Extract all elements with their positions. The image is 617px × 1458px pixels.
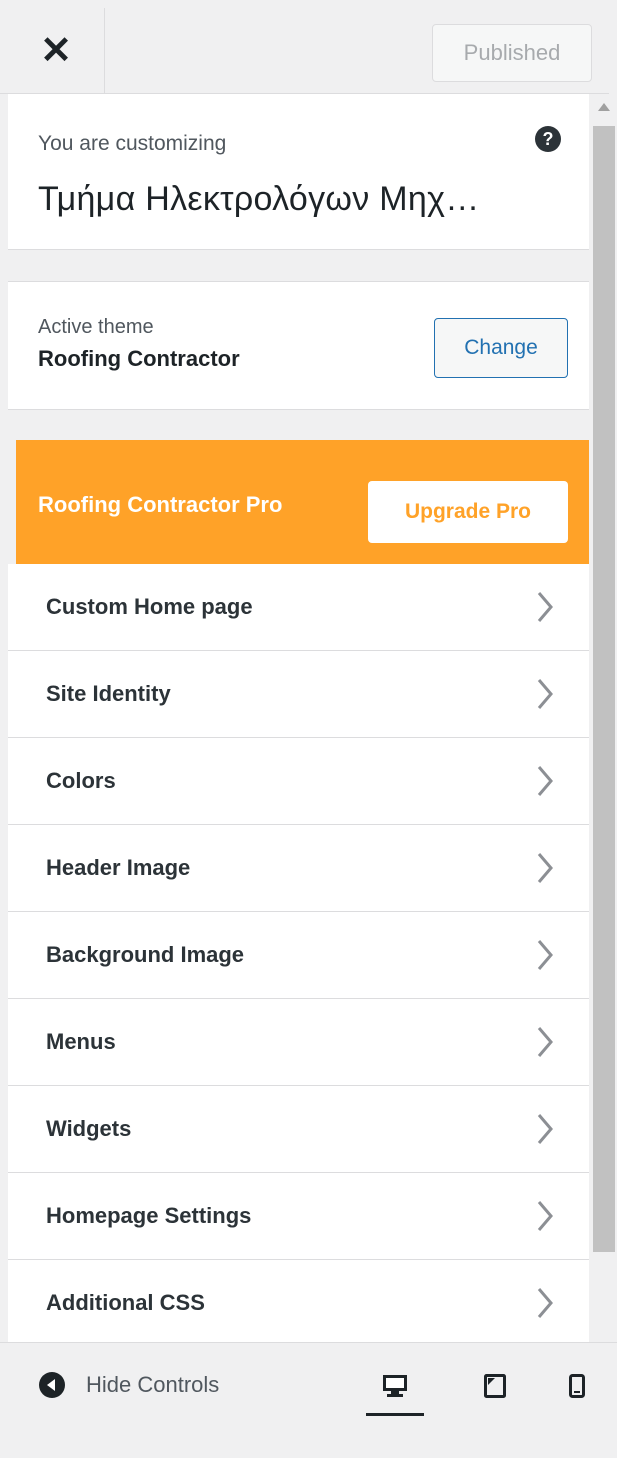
menu-item-homepage-settings[interactable]: Homepage Settings xyxy=(8,1173,589,1260)
desktop-icon xyxy=(383,1375,407,1397)
chevron-right-icon xyxy=(537,1201,553,1231)
tablet-device-button[interactable] xyxy=(466,1359,524,1413)
help-icon[interactable]: ? xyxy=(535,126,561,152)
menu-item-label: Colors xyxy=(46,768,116,793)
active-theme-section: Active theme Roofing Contractor Change xyxy=(8,281,589,410)
menu-item-additional-css[interactable]: Additional CSS xyxy=(8,1260,589,1347)
menu-item-widgets[interactable]: Widgets xyxy=(8,1086,589,1173)
tablet-icon xyxy=(484,1374,506,1398)
collapse-icon xyxy=(39,1372,65,1398)
desktop-device-button[interactable] xyxy=(366,1359,424,1416)
chevron-right-icon xyxy=(537,853,553,883)
customizer-header: ✕ Published xyxy=(0,0,609,94)
menu-item-label: Widgets xyxy=(46,1116,132,1141)
customizer-menu: Custom Home page Site Identity Colors He… xyxy=(8,564,589,1347)
chevron-right-icon xyxy=(537,940,553,970)
menu-item-label: Additional CSS xyxy=(46,1290,205,1315)
customizing-label: You are customizing xyxy=(38,132,227,155)
scroll-up-arrow-icon[interactable] xyxy=(591,94,617,120)
close-button[interactable]: ✕ xyxy=(8,8,105,93)
chevron-right-icon xyxy=(537,592,553,622)
menu-item-site-identity[interactable]: Site Identity xyxy=(8,651,589,738)
menu-item-label: Homepage Settings xyxy=(46,1203,252,1228)
chevron-right-icon xyxy=(537,679,553,709)
chevron-right-icon xyxy=(537,1288,553,1318)
customizing-info: You are customizing ? Τμήμα Ηλεκτρολόγων… xyxy=(8,94,589,250)
footer-bar: Hide Controls xyxy=(0,1342,617,1458)
scrollbar[interactable] xyxy=(591,94,617,1434)
menu-item-custom-home-page[interactable]: Custom Home page xyxy=(8,564,589,651)
menu-item-label: Custom Home page xyxy=(46,594,253,619)
close-icon: ✕ xyxy=(40,29,72,72)
active-theme-label: Active theme xyxy=(38,316,154,338)
chevron-right-icon xyxy=(537,1027,553,1057)
mobile-icon xyxy=(569,1374,585,1398)
customizer-panel: You are customizing ? Τμήμα Ηλεκτρολόγων… xyxy=(8,94,589,1434)
menu-item-label: Menus xyxy=(46,1029,116,1054)
menu-item-background-image[interactable]: Background Image xyxy=(8,912,589,999)
hide-controls-button[interactable]: Hide Controls xyxy=(38,1371,219,1399)
pro-banner-label: Roofing Contractor Pro xyxy=(38,492,283,517)
menu-item-colors[interactable]: Colors xyxy=(8,738,589,825)
chevron-right-icon xyxy=(537,1114,553,1144)
upgrade-pro-button[interactable]: Upgrade Pro xyxy=(368,481,568,543)
active-theme-name: Roofing Contractor xyxy=(38,346,240,371)
site-title: Τμήμα Ηλεκτρολόγων Μηχ… xyxy=(38,180,480,218)
mobile-device-button[interactable] xyxy=(552,1359,602,1413)
pro-banner: Roofing Contractor Pro Upgrade Pro xyxy=(16,440,589,564)
menu-item-label: Background Image xyxy=(46,942,245,967)
menu-item-header-image[interactable]: Header Image xyxy=(8,825,589,912)
menu-item-menus[interactable]: Menus xyxy=(8,999,589,1086)
scrollbar-thumb[interactable] xyxy=(593,126,615,1252)
published-button[interactable]: Published xyxy=(432,24,592,82)
hide-controls-label: Hide Controls xyxy=(86,1372,220,1397)
menu-item-label: Header Image xyxy=(46,855,191,880)
change-theme-button[interactable]: Change xyxy=(434,318,568,378)
menu-item-label: Site Identity xyxy=(46,681,171,706)
chevron-right-icon xyxy=(537,766,553,796)
